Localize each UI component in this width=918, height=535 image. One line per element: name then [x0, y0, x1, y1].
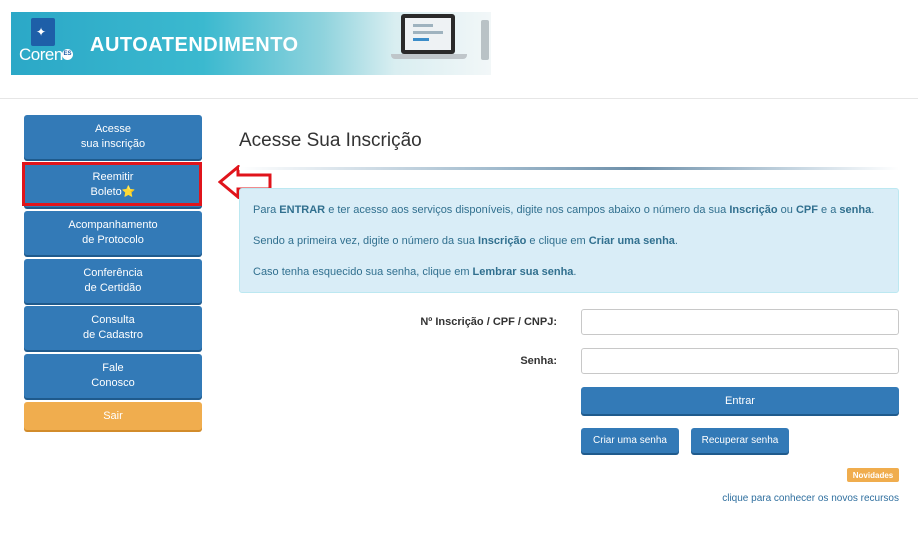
- logo-badge: ES: [62, 49, 73, 60]
- pen-holder-illustration: [481, 20, 489, 60]
- inscricao-input[interactable]: [581, 309, 899, 335]
- laptop-illustration-icon: [401, 14, 455, 54]
- sidebar-item-label: Conferência de Certidão: [83, 267, 143, 294]
- sidebar-item-sair[interactable]: Sair: [24, 402, 202, 430]
- sidebar-item-acompanhamento-protocolo[interactable]: Acompanhamento de Protocolo: [24, 211, 202, 255]
- sidebar-item-conferencia-certidao[interactable]: Conferência de Certidão: [24, 259, 202, 303]
- senha-label: Senha:: [520, 355, 557, 367]
- criar-senha-button[interactable]: Criar uma senha: [581, 428, 679, 453]
- laptop-base: [391, 54, 467, 59]
- sidebar-item-fale-conosco[interactable]: Fale Conosco: [24, 354, 202, 398]
- sidebar-item-label: Sair: [103, 409, 123, 422]
- banner-title: AUTOATENDIMENTO: [90, 34, 299, 56]
- novidades-link[interactable]: clique para conhecer os novos recursos: [640, 493, 899, 504]
- info-line-1: Para ENTRAR e ter acesso aos serviços di…: [253, 204, 875, 216]
- logo-text: Coren: [19, 45, 63, 64]
- info-box: Para ENTRAR e ter acesso aos serviços di…: [239, 188, 899, 293]
- entrar-button[interactable]: Entrar: [581, 387, 899, 414]
- inscricao-label: Nº Inscrição / CPF / CNPJ:: [420, 316, 557, 328]
- sidebar-item-acesse-inscricao[interactable]: Acesse sua inscrição: [24, 115, 202, 159]
- sidebar-item-label: Fale Conosco: [91, 362, 135, 389]
- sidebar-item-label: Consulta de Cadastro: [83, 314, 143, 341]
- novidades-badge[interactable]: Novidades: [847, 468, 899, 482]
- info-line-3: Caso tenha esquecido sua senha, clique e…: [253, 266, 577, 278]
- info-line-2: Sendo a primeira vez, digite o número da…: [253, 235, 678, 247]
- sidebar-item-label: Acompanhamento de Protocolo: [68, 219, 158, 246]
- logo-stars-icon: ✦: [36, 25, 47, 39]
- page-title: Acesse Sua Inscrição: [239, 130, 422, 151]
- senha-input[interactable]: [581, 348, 899, 374]
- recuperar-senha-button[interactable]: Recuperar senha: [691, 428, 789, 453]
- header-banner: ✦ Coren ES AUTOATENDIMENTO: [11, 12, 491, 75]
- title-divider: [239, 167, 899, 170]
- header-divider: [0, 98, 918, 99]
- sidebar-item-consulta-cadastro[interactable]: Consulta de Cadastro: [24, 306, 202, 350]
- highlight-box: [22, 162, 202, 206]
- sidebar-item-label: Acesse sua inscrição: [80, 123, 146, 150]
